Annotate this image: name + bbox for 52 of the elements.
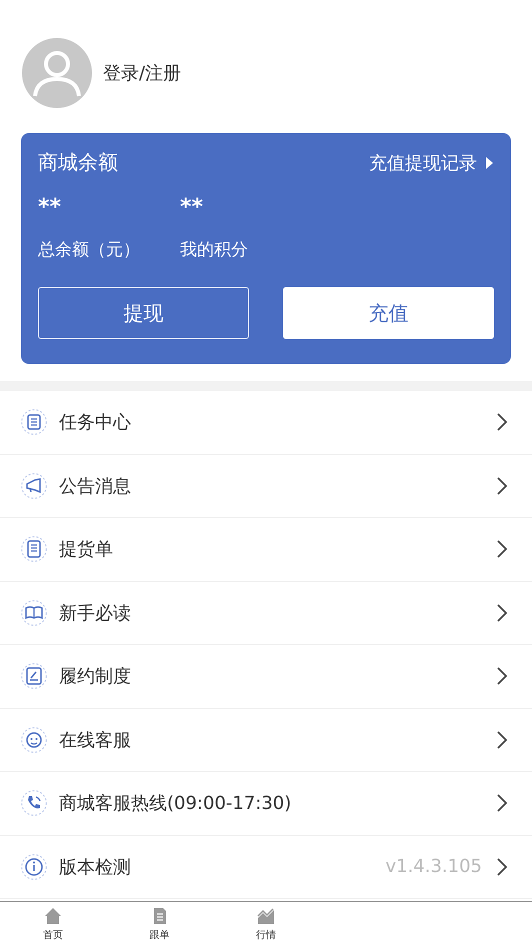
chevron-icon	[496, 730, 508, 749]
tab-label: 行情	[256, 928, 276, 942]
menu-label: 版本检测	[59, 856, 132, 879]
phone-icon	[21, 790, 47, 816]
chevron-icon	[496, 858, 508, 876]
menu-item[interactable]: 提货单	[0, 518, 532, 582]
tab[interactable]: 跟单	[106, 902, 213, 946]
menu-label: 公告消息	[59, 474, 132, 498]
login-link[interactable]: 登录/注册	[103, 61, 182, 85]
menu-label: 新手必读	[59, 602, 132, 625]
menu-label: 提货单	[59, 538, 114, 562]
home-icon	[43, 906, 64, 926]
tab-label: 跟单	[150, 928, 170, 942]
withdraw-button[interactable]: 提现	[38, 287, 249, 339]
card-title: 商城余额	[38, 149, 118, 176]
recharge-button[interactable]: 充值	[283, 287, 494, 339]
document-icon	[21, 409, 47, 436]
chevron-icon	[496, 667, 508, 686]
megaphone-icon	[21, 472, 47, 499]
chevron-icon	[496, 540, 508, 558]
clipboard-icon	[21, 663, 47, 690]
menu-item[interactable]: 商城客服热线(09:00-17:30)	[0, 772, 532, 836]
stat-value: **	[38, 196, 62, 220]
menu-item[interactable]: 履约制度	[0, 645, 532, 708]
chevron-icon	[496, 794, 508, 812]
tab-label: 首页	[43, 929, 64, 942]
menu-item[interactable]: 新手必读	[0, 582, 532, 645]
chevron-icon	[496, 604, 508, 622]
stat-label: 我的积分	[180, 239, 249, 261]
info-icon	[21, 854, 47, 880]
menu-item[interactable]: 任务中心	[0, 391, 532, 454]
stat-label: 总余额（元）	[38, 239, 141, 261]
chart-icon	[256, 906, 276, 926]
menu-label: 履约制度	[59, 665, 132, 688]
book-icon	[21, 600, 47, 626]
chevron-icon	[496, 413, 508, 432]
chevron-icon	[496, 476, 508, 495]
version-text: v1.4.3.105	[385, 856, 482, 878]
play-icon	[485, 156, 494, 170]
avatar-icon	[22, 38, 92, 108]
tab[interactable]: 行情	[212, 902, 320, 946]
menu-item[interactable]: 版本检测 v1.4.3.105	[0, 836, 532, 899]
records-link[interactable]: 充值提现记录	[369, 150, 494, 174]
stat-value: **	[180, 196, 204, 220]
tab[interactable]: 首页	[0, 902, 106, 946]
menu-label: 在线客服	[59, 728, 132, 752]
menu-item[interactable]: 在线客服	[0, 708, 532, 772]
document-icon	[21, 536, 47, 562]
headset-icon	[21, 726, 47, 753]
menu-item[interactable]: 公告消息	[0, 454, 532, 518]
menu-label: 商城客服热线(09:00-17:30)	[59, 792, 292, 816]
menu-label: 任务中心	[59, 411, 132, 434]
